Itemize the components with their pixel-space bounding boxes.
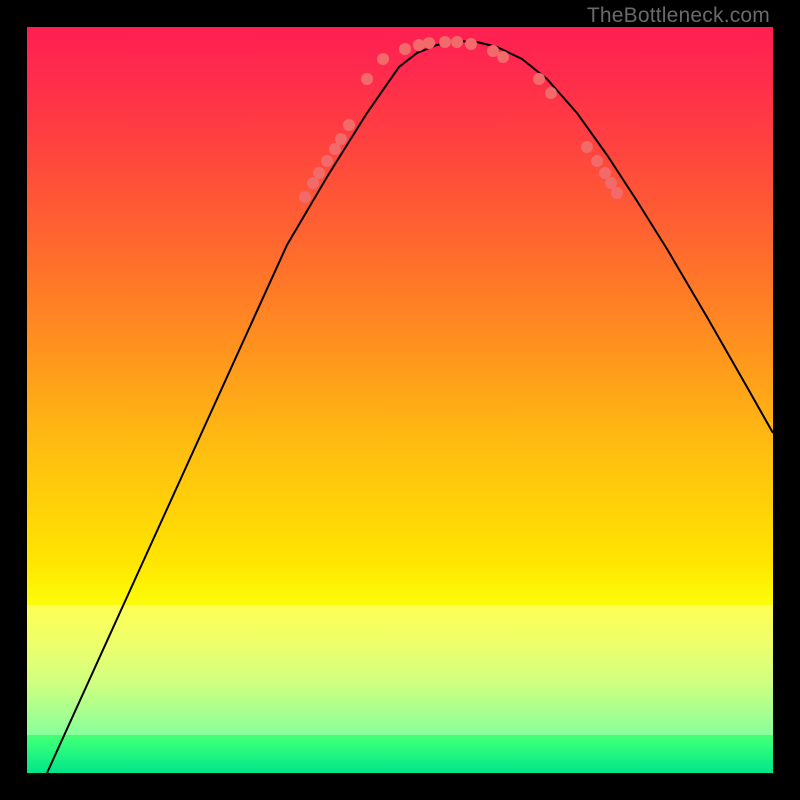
highlight-marker bbox=[591, 155, 603, 167]
highlight-marker bbox=[413, 39, 425, 51]
highlight-marker bbox=[545, 87, 557, 99]
chart-plot-area bbox=[27, 27, 773, 773]
highlight-marker bbox=[451, 36, 463, 48]
highlight-marker bbox=[439, 36, 451, 48]
marker-group bbox=[299, 36, 623, 203]
highlight-marker bbox=[497, 51, 509, 63]
highlight-marker bbox=[581, 141, 593, 153]
highlight-marker bbox=[361, 73, 373, 85]
highlight-marker bbox=[329, 143, 341, 155]
highlight-marker bbox=[313, 167, 325, 179]
highlight-marker bbox=[611, 187, 623, 199]
bottleneck-curve bbox=[47, 41, 773, 773]
highlight-marker bbox=[533, 73, 545, 85]
highlight-marker bbox=[605, 177, 617, 189]
highlight-marker bbox=[335, 133, 347, 145]
highlight-marker bbox=[487, 45, 499, 57]
highlight-marker bbox=[321, 155, 333, 167]
highlight-marker bbox=[299, 191, 311, 203]
highlight-marker bbox=[423, 37, 435, 49]
highlight-marker bbox=[465, 38, 477, 50]
highlight-marker bbox=[307, 177, 319, 189]
highlight-marker bbox=[377, 53, 389, 65]
highlight-marker bbox=[599, 167, 611, 179]
watermark-text: TheBottleneck.com bbox=[587, 4, 770, 28]
chart-svg bbox=[27, 27, 773, 773]
highlight-marker bbox=[399, 43, 411, 55]
highlight-marker bbox=[343, 119, 355, 131]
